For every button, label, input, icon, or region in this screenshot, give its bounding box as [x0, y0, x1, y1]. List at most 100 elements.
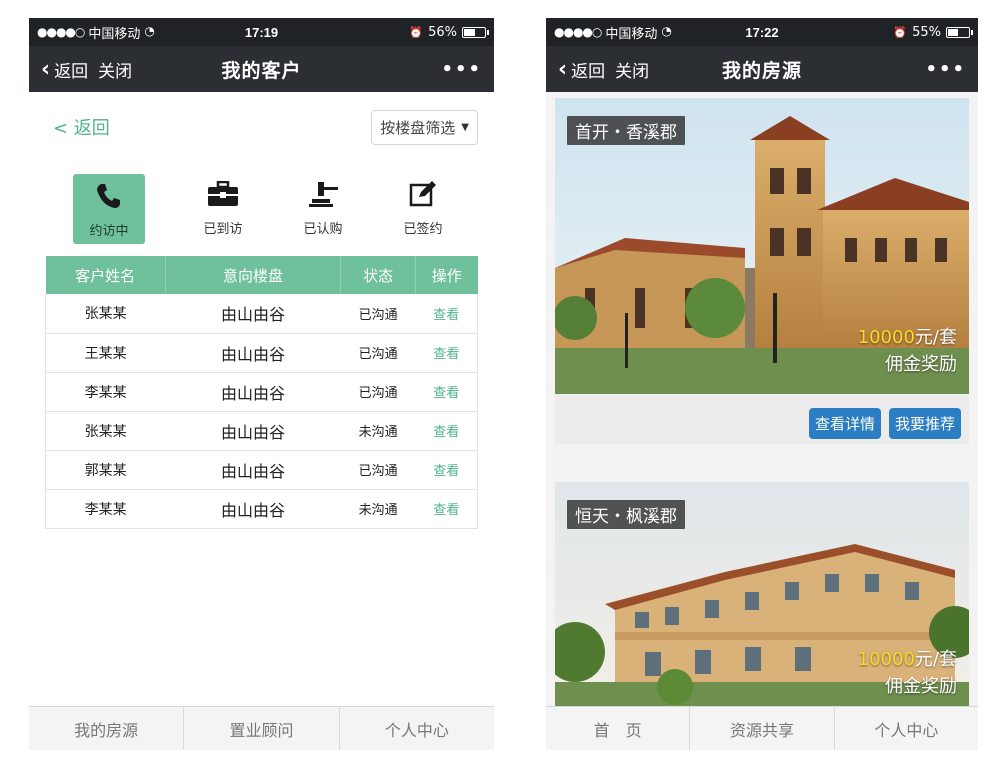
cell-project: 由山由谷: [165, 489, 341, 529]
status-right: ⏰ 55%: [893, 24, 973, 40]
header-project: 意向楼盘: [165, 256, 342, 294]
tabbar-profile[interactable]: 个人中心: [340, 707, 494, 750]
status-time: 17:19: [244, 24, 279, 40]
cell-status: 已沟通: [340, 333, 416, 373]
cell-status: 未沟通: [340, 411, 416, 451]
commission-info: 10000元/套 佣金奖励: [858, 324, 957, 378]
table-header-row: 客户姓名 意向楼盘 状态 操作: [45, 256, 478, 294]
tabbar-resource-share[interactable]: 资源共享: [690, 707, 835, 750]
listing-card[interactable]: 恒天・枫溪郡 10000元/套 佣金奖励: [555, 482, 969, 706]
view-link[interactable]: 查看: [415, 333, 478, 373]
listing-card[interactable]: 首开・香溪郡 10000元/套 佣金奖励 查看详情 我要推荐: [555, 98, 969, 444]
tabbar-home[interactable]: 首 页: [546, 707, 691, 750]
more-menu-button[interactable]: •••: [925, 59, 966, 80]
cell-project: 由山由谷: [165, 294, 341, 334]
table-row: 郭某某 由山由谷 已沟通 查看: [45, 450, 478, 490]
carrier-name: 中国移动: [88, 26, 141, 42]
battery-icon: [946, 26, 973, 38]
table-row: 王某某 由山由谷 已沟通 查看: [45, 333, 478, 373]
briefcase-icon: [207, 178, 239, 210]
header-customer-name: 客户姓名: [45, 256, 166, 294]
filter-label: 按楼盘筛选: [380, 118, 456, 137]
header-status: 状态: [340, 256, 417, 294]
carrier-name: 中国移动: [605, 26, 658, 42]
project-filter-select[interactable]: 按楼盘筛选 ▼: [371, 109, 478, 145]
tab-label: 已到访: [203, 222, 243, 237]
cell-project: 由山由谷: [165, 333, 341, 373]
tab-signed[interactable]: 已签约: [373, 174, 473, 237]
phone-my-customers: ●●●●○ 中国移动 17:19 ⏰ 56% ‹ 返回 关闭 我的客户 ••• …: [29, 18, 494, 750]
customer-table: 客户姓名 意向楼盘 状态 操作 张某某 由山由谷 已沟通 查看 王某某 由山由谷…: [45, 256, 478, 529]
phone-my-listings: ●●●●○ 中国移动 17:22 ⏰ 55% ‹ 返回 关闭 我的房源 •••: [546, 18, 978, 750]
status-time: 17:22: [745, 24, 779, 40]
page-title: 我的房源: [721, 59, 803, 82]
battery-percent: 56%: [428, 24, 457, 40]
tabbar-consultant[interactable]: 置业顾问: [184, 707, 340, 750]
edit-icon: [408, 178, 438, 210]
status-right: ⏰ 56%: [409, 24, 489, 40]
back-link[interactable]: < 返回: [53, 114, 110, 140]
commission-label: 佣金奖励: [885, 676, 957, 697]
cell-status: 已沟通: [340, 450, 416, 490]
view-link[interactable]: 查看: [415, 372, 478, 412]
battery-icon: [462, 26, 489, 38]
cell-project: 由山由谷: [165, 372, 341, 412]
cell-status: 未沟通: [340, 489, 416, 529]
page-title: 我的客户: [221, 59, 302, 82]
nav-back-label: 返回: [571, 61, 606, 82]
nav-back-button[interactable]: ‹ 返回: [41, 57, 88, 82]
phone-icon: [94, 180, 124, 212]
chevron-left-icon: ‹: [558, 56, 568, 82]
commission-amount: 10000: [857, 327, 915, 348]
nav-bar: ‹ 返回 关闭 我的客户 •••: [29, 46, 494, 92]
commission-unit: 元/套: [914, 327, 957, 348]
filter-row: < 返回 按楼盘筛选 ▼: [29, 92, 494, 162]
alarm-icon: ⏰: [893, 25, 908, 39]
listing-feed: 首开・香溪郡 10000元/套 佣金奖励 查看详情 我要推荐 恒天・枫溪郡 10…: [546, 92, 978, 706]
tabbar-my-listings[interactable]: 我的房源: [29, 707, 185, 750]
nav-back-label: 返回: [54, 61, 89, 82]
view-details-button[interactable]: 查看详情: [808, 408, 881, 439]
table-row: 张某某 由山由谷 已沟通 查看: [45, 294, 478, 334]
nav-back-button[interactable]: ‹ 返回: [558, 57, 605, 82]
recommend-button[interactable]: 我要推荐: [888, 408, 961, 439]
commission-info: 10000元/套 佣金奖励: [858, 646, 957, 700]
view-link[interactable]: 查看: [415, 411, 478, 451]
tab-subscribed[interactable]: 已认购: [273, 174, 373, 237]
cell-name: 郭某某: [45, 450, 166, 490]
alarm-icon: ⏰: [409, 25, 424, 39]
tab-visiting[interactable]: 约访中: [73, 174, 145, 244]
tabbar-profile[interactable]: 个人中心: [835, 707, 978, 750]
view-link[interactable]: 查看: [415, 450, 478, 490]
tab-label: 已认购: [303, 222, 343, 237]
listing-name: 首开・香溪郡: [567, 116, 685, 145]
view-link[interactable]: 查看: [415, 489, 478, 529]
nav-close-button[interactable]: 关闭: [98, 57, 132, 82]
cell-status: 已沟通: [340, 372, 416, 412]
view-link[interactable]: 查看: [415, 294, 478, 334]
status-bar: ●●●●○ 中国移动 17:22 ⏰ 55%: [546, 18, 978, 46]
more-menu-button[interactable]: •••: [441, 59, 482, 80]
cell-name: 王某某: [45, 333, 166, 373]
table-row: 张某某 由山由谷 未沟通 查看: [45, 411, 478, 451]
commission-price: 10000元/套: [858, 324, 957, 351]
cell-name: 李某某: [45, 372, 166, 412]
signal-icon: ●●●●○: [554, 25, 602, 39]
carrier-info: ●●●●○ 中国移动: [37, 23, 158, 42]
bottom-tabbar: 我的房源 置业顾问 个人中心: [29, 706, 494, 750]
battery-percent: 55%: [912, 24, 941, 40]
cell-project: 由山由谷: [165, 450, 341, 490]
tab-visited[interactable]: 已到访: [173, 174, 273, 237]
bottom-tabbar: 首 页 资源共享 个人中心: [546, 706, 978, 750]
caret-down-icon: ▼: [461, 121, 469, 133]
card-actions: 查看详情 我要推荐: [808, 408, 961, 439]
commission-unit: 元/套: [914, 649, 957, 670]
cell-name: 张某某: [45, 294, 166, 334]
cell-name: 张某某: [45, 411, 166, 451]
cell-status: 已沟通: [340, 294, 416, 334]
wifi-icon: [144, 24, 158, 38]
signal-icon: ●●●●○: [37, 25, 85, 39]
nav-close-button[interactable]: 关闭: [615, 57, 649, 82]
listing-name: 恒天・枫溪郡: [567, 500, 685, 529]
cell-project: 由山由谷: [165, 411, 341, 451]
